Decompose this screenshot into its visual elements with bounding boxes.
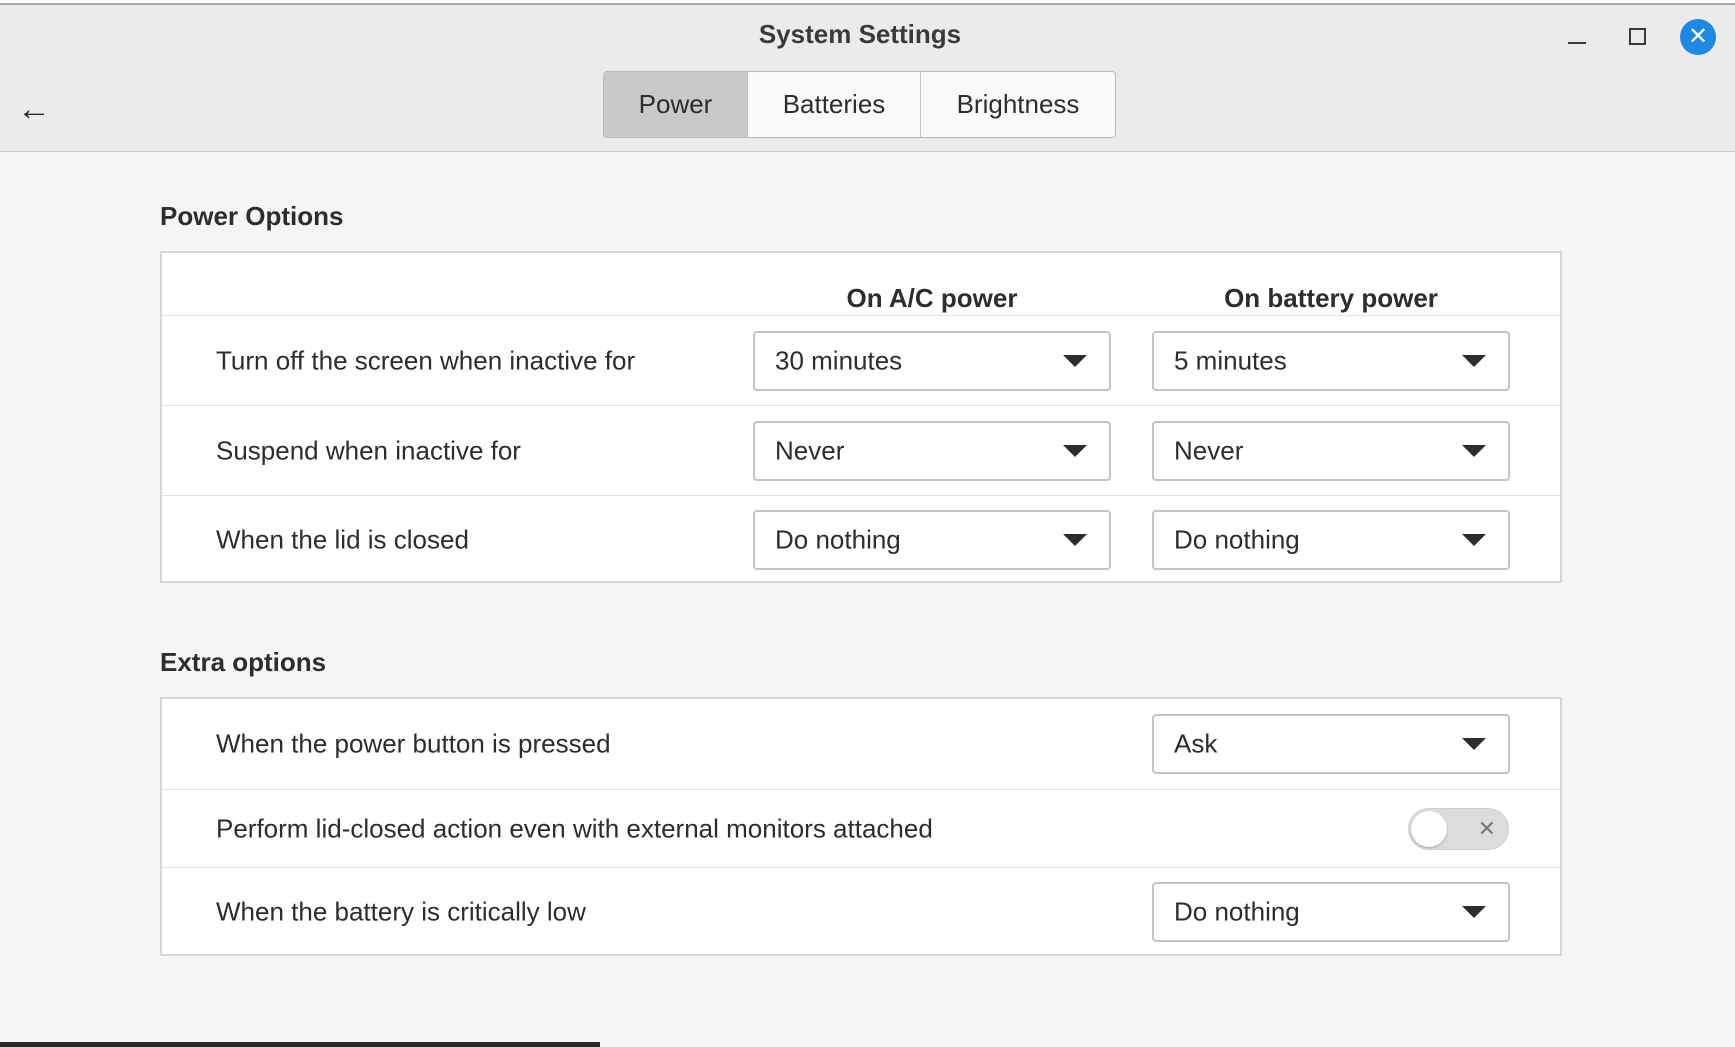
dropdown-value: Do nothing [1174,524,1300,555]
suspend-row: Suspend when inactive for Never Never [162,405,1560,495]
external-monitor-row: Perform lid-closed action even with exte… [162,789,1560,867]
extra-options-heading: Extra options [160,647,327,677]
column-header-ac: On A/C power [846,283,1018,313]
screen-off-battery-dropdown[interactable]: 5 minutes [1152,331,1510,391]
minimize-icon[interactable] [1560,19,1594,53]
battery-critical-row: When the battery is critically low Do no… [162,867,1560,954]
external-monitor-label: Perform lid-closed action even with exte… [216,813,933,844]
window-title: System Settings [758,19,962,49]
tab-batteries[interactable]: Batteries [747,72,920,137]
system-settings-window: System Settings ✕ ← Power Batteries Brig… [0,5,1735,1047]
chevron-down-icon [1462,355,1486,367]
chevron-down-icon [1063,445,1087,457]
chevron-down-icon [1462,738,1486,750]
lid-closed-battery-dropdown[interactable]: Do nothing [1152,510,1510,570]
battery-critical-label: When the battery is critically low [216,896,586,927]
screen-off-label: Turn off the screen when inactive for [216,345,636,376]
chevron-down-icon [1462,445,1486,457]
tab-bar: Power Batteries Brightness [603,71,1116,138]
tab-brightness[interactable]: Brightness [920,72,1115,137]
taskbar-edge [0,1042,600,1047]
extra-options-panel: When the power button is pressed Ask Per… [160,697,1562,956]
column-header-row: On A/C power On battery power [162,253,1560,315]
power-button-row: When the power button is pressed Ask [162,699,1560,789]
chevron-down-icon [1462,534,1486,546]
suspend-ac-dropdown[interactable]: Never [753,421,1111,481]
arrow-left-icon: ← [17,89,51,128]
chevron-down-icon [1462,906,1486,918]
close-icon[interactable]: ✕ [1680,19,1716,55]
header-bar: System Settings ✕ ← Power Batteries Brig… [0,5,1735,152]
power-button-dropdown[interactable]: Ask [1152,714,1510,774]
dropdown-value: Ask [1174,728,1218,759]
dropdown-value: Do nothing [1174,896,1300,927]
column-header-battery: On battery power [1224,283,1438,313]
back-button[interactable]: ← [14,89,54,129]
tab-power[interactable]: Power [604,72,747,137]
chevron-down-icon [1063,355,1087,367]
screen-off-ac-dropdown[interactable]: 30 minutes [753,331,1111,391]
power-options-panel: On A/C power On battery power Turn off t… [160,251,1562,583]
screen-off-row: Turn off the screen when inactive for 30… [162,315,1560,405]
toggle-knob [1411,811,1447,847]
battery-critical-dropdown[interactable]: Do nothing [1152,882,1510,942]
dropdown-value: Never [1174,435,1244,466]
power-button-label: When the power button is pressed [216,728,611,759]
lid-closed-ac-dropdown[interactable]: Do nothing [753,510,1111,570]
power-options-heading: Power Options [160,201,344,231]
chevron-down-icon [1063,534,1087,546]
external-monitor-toggle[interactable]: ✕ [1408,808,1509,850]
dropdown-value: Do nothing [775,524,901,555]
lid-closed-label: When the lid is closed [216,524,469,555]
suspend-battery-dropdown[interactable]: Never [1152,421,1510,481]
close-icon: ✕ [1477,816,1496,841]
maximize-icon[interactable] [1620,19,1654,53]
dropdown-value: 30 minutes [775,345,903,376]
suspend-label: Suspend when inactive for [216,435,521,466]
dropdown-value: 5 minutes [1174,345,1287,376]
lid-closed-row: When the lid is closed Do nothing Do not… [162,495,1560,581]
dropdown-value: Never [775,435,845,466]
